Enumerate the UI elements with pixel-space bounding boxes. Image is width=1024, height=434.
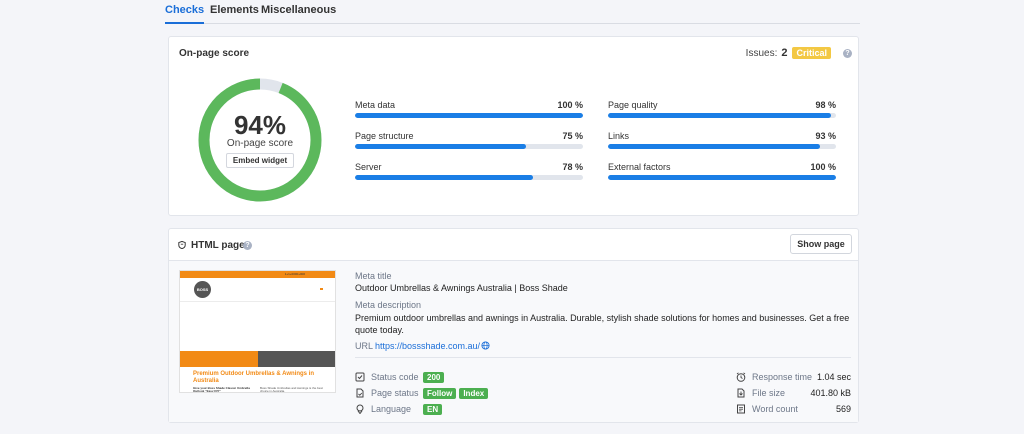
page-status-row: Page status Follow Index [355,387,491,399]
clock-icon [736,372,746,382]
metric-track [608,175,836,180]
globe-icon[interactable] [481,341,490,350]
critical-badge[interactable]: Critical [792,47,831,59]
metric-name: Meta data [355,100,396,110]
thumb-band-orange [180,351,258,367]
score-gauge: 94% On-page score Embed widget [197,77,323,203]
issues-label: Issues: [745,47,778,59]
status-code-row: Status code 200 [355,371,447,383]
language-row: Language EN [355,403,445,415]
metric-value: 78 % [562,162,583,172]
word-count-label: Word count [752,404,798,414]
url-link[interactable]: https://bossshade.com.au/ [375,341,480,351]
file-icon [737,388,745,398]
embed-widget-button[interactable]: Embed widget [226,153,294,168]
file-size-value: 401.80 kB [810,388,851,398]
status-code-icon [355,372,365,382]
file-size-row: File size 401.80 kB [736,387,851,399]
url-label: URL [355,341,374,351]
meta-description-label: Meta description [355,300,422,310]
meta-description-value: Premium outdoor umbrellas and awnings in… [355,313,850,335]
metric-name: Page quality [608,100,658,110]
status-code-label: Status code [371,372,419,382]
page-status-label: Page status [371,388,419,398]
metric-track [355,175,583,180]
help-icon[interactable]: ? [843,48,852,58]
thumb-subtext-left: Give your Boss Shade Classic Umbrella Ou… [193,386,250,393]
metric-value: 93 % [815,131,836,141]
thumb-topbar [180,271,335,278]
help-icon[interactable]: ? [243,241,252,250]
meta-title-label: Meta title [355,271,392,281]
metric-name: Page structure [355,131,414,141]
thumb-divider [180,301,335,302]
metric-track [355,113,583,118]
metric-name: Links [608,131,630,141]
thumb-headline: Premium Outdoor Umbrellas & Awnings in A… [193,371,315,384]
response-time-value: 1.04 sec [816,372,851,382]
issues-summary: Issues: 2 Critical ? [746,47,852,59]
metric-value: 98 % [815,100,836,110]
metric-fill [355,113,583,118]
score-value: 94% [233,110,287,140]
metric-track [355,144,583,149]
page-thumbnail[interactable]: 1+1+0000+000 BOSS Premium Outdoor Umbrel… [179,270,336,393]
tab-elements[interactable]: Elements [210,4,259,24]
metric-track [608,113,836,118]
language-badge: EN [423,403,443,415]
thumb-subtext-right: Boss Shade Umbrellas and Awnings is the … [260,386,323,393]
metric-fill [355,144,526,149]
response-time-label: Response time [752,372,813,382]
metric-fill [608,113,832,118]
index-badge: Index [459,387,489,399]
status-code-badge: 200 [423,371,445,383]
follow-badge: Follow [423,387,457,399]
onpage-score-card: On-page score Issues: 2 Critical ? 94% O… [168,36,859,216]
word-count-row: Word count 569 [736,403,851,415]
page-status-icon [356,388,364,398]
shield-icon [178,241,186,249]
metric-track [608,144,836,149]
metric-fill [355,175,533,180]
metric-name: Server [355,162,382,172]
metric-value: 75 % [562,131,583,141]
file-size-label: File size [752,388,786,398]
meta-title-value: Outdoor Umbrellas & Awnings Australia | … [355,283,568,293]
language-label: Language [371,404,412,414]
thumb-topbar-text: 1+1+0000+000 [284,272,305,276]
divider [355,357,851,358]
thumb-band-gray [258,351,335,367]
tab-miscellaneous[interactable]: Miscellaneous [261,4,336,24]
onpage-score-title: On-page score [179,48,250,59]
score-label: On-page score [226,138,294,149]
tab-bar: Checks Elements Miscellaneous [165,0,860,24]
metric-name: External factors [608,162,671,172]
document-text-icon [737,404,745,414]
issues-count: 2 [781,47,788,59]
html-page-body: 1+1+0000+000 BOSS Premium Outdoor Umbrel… [169,261,858,422]
word-count-value: 569 [835,404,851,414]
html-page-card: HTML page ? Show page 1+1+0000+000 BOSS … [168,228,859,423]
metric-value: 100 % [810,162,836,172]
metric-fill [608,144,821,149]
tab-checks[interactable]: Checks [165,4,205,24]
show-page-button[interactable]: Show page [790,234,852,254]
response-time-row: Response time 1.04 sec [736,371,851,383]
metric-value: 100 % [557,100,583,110]
thumb-menu-icon [320,288,323,290]
thumb-logo: BOSS [194,281,211,298]
html-page-title: HTML page [191,240,245,251]
language-icon [356,404,364,414]
metric-fill [608,175,836,180]
